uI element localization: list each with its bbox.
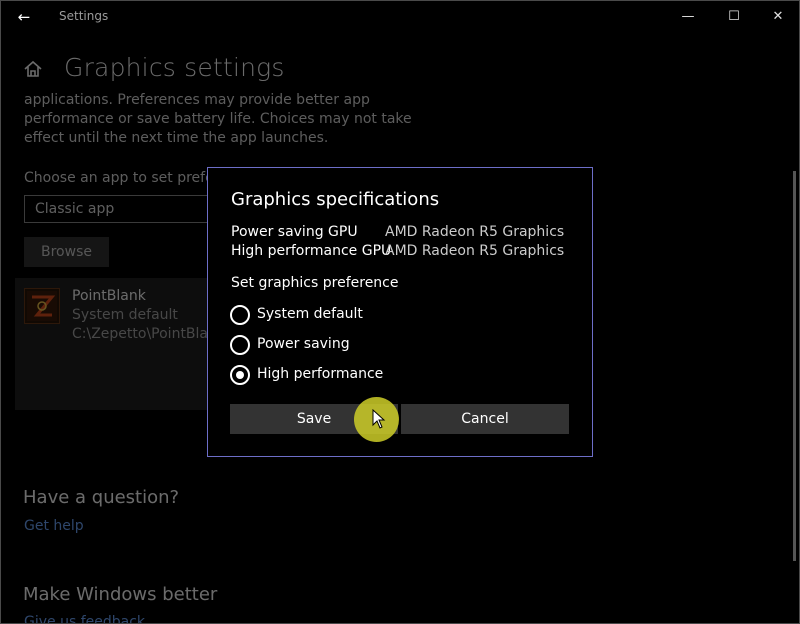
app-path: C:\Zepetto\PointBlank	[72, 326, 209, 342]
radio-label: Power saving	[257, 336, 350, 352]
dialog-title: Graphics specifications	[231, 189, 440, 210]
radio-button[interactable]	[230, 305, 250, 325]
mouse-pointer-icon	[372, 409, 386, 429]
browse-button[interactable]: Browse	[24, 237, 109, 267]
page-title: Graphics settings	[64, 53, 285, 82]
minimize-icon: —	[681, 9, 695, 24]
radio-button-selected[interactable]	[230, 365, 250, 385]
choose-app-label: Choose an app to set preference	[24, 170, 208, 186]
minimize-button[interactable]: —	[665, 1, 711, 33]
high-performance-gpu-label: High performance GPU	[231, 243, 392, 259]
maximize-button[interactable]: ☐	[711, 1, 757, 33]
title-bar: ← Settings — ☐ ✕	[1, 1, 799, 33]
app-type-dropdown[interactable]: Classic app	[24, 195, 208, 223]
close-button[interactable]: ✕	[755, 1, 799, 33]
power-saving-gpu-label: Power saving GPU	[231, 224, 358, 240]
scrollbar[interactable]	[793, 171, 796, 561]
preference-heading: Set graphics preference	[231, 275, 399, 291]
help-heading: Have a question?	[23, 487, 180, 508]
give-feedback-link[interactable]: Give us feedback	[24, 614, 145, 623]
window-title: Settings	[59, 9, 109, 23]
app-preference: System default	[72, 307, 178, 323]
page-description: applications. Preferences may provide be…	[24, 92, 412, 146]
app-name: PointBlank	[72, 288, 146, 304]
maximize-icon: ☐	[728, 9, 740, 24]
cancel-button[interactable]: Cancel	[401, 404, 569, 434]
radio-label: High performance	[257, 366, 384, 382]
back-button[interactable]: ←	[9, 5, 39, 29]
power-saving-gpu-value: AMD Radeon R5 Graphics	[385, 224, 565, 240]
app-list-item[interactable]: PointBlank System default C:\Zepetto\Poi…	[15, 278, 209, 410]
close-icon: ✕	[772, 9, 784, 24]
radio-label: System default	[257, 306, 363, 322]
pointblank-app-icon	[24, 288, 60, 324]
high-performance-gpu-value: AMD Radeon R5 Graphics	[385, 243, 565, 259]
feedback-heading: Make Windows better	[23, 584, 218, 605]
graphics-specifications-dialog: Graphics specifications Power saving GPU…	[207, 167, 593, 457]
radio-button[interactable]	[230, 335, 250, 355]
get-help-link[interactable]: Get help	[24, 518, 84, 534]
back-arrow-icon: ←	[17, 8, 31, 26]
home-icon[interactable]	[23, 59, 43, 79]
